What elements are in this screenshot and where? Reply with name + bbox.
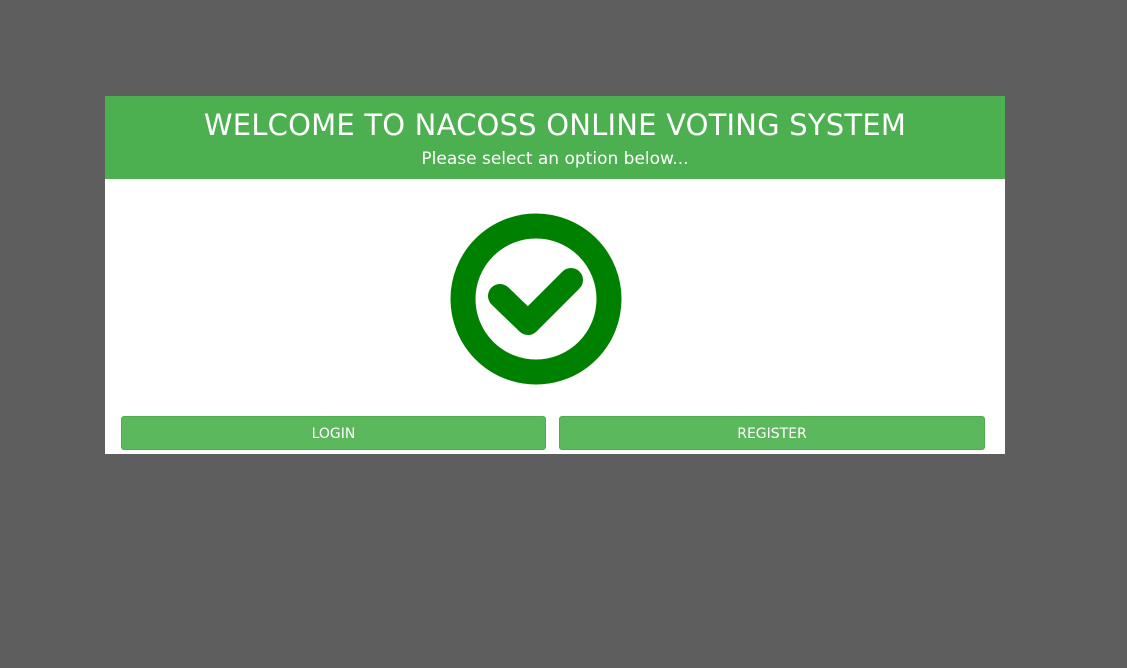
register-button[interactable]: REGISTER — [559, 416, 985, 450]
action-buttons: LOGIN REGISTER — [121, 416, 985, 450]
page-subtitle: Please select an option below... — [421, 149, 689, 169]
check-circle-icon — [450, 213, 622, 385]
page-title: WELCOME TO NACOSS ONLINE VOTING SYSTEM — [203, 108, 907, 142]
login-button[interactable]: LOGIN — [121, 416, 546, 450]
welcome-card: WELCOME TO NACOSS ONLINE VOTING SYSTEM P… — [105, 96, 1005, 454]
card-header: WELCOME TO NACOSS ONLINE VOTING SYSTEM P… — [105, 96, 1005, 179]
